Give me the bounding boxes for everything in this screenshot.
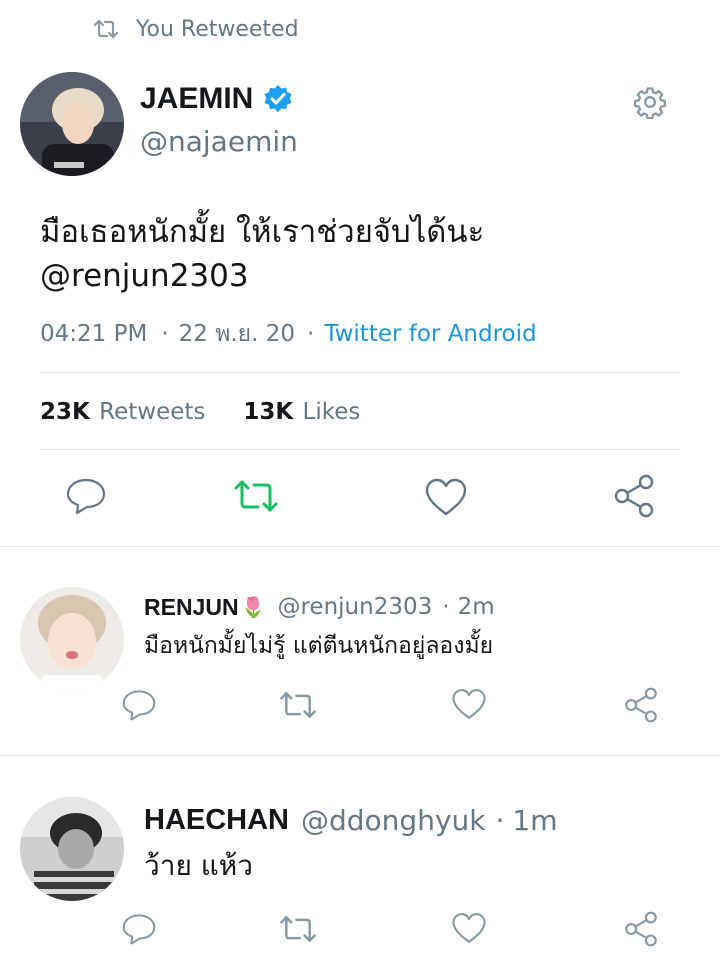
main-tweet-text-line2[interactable]: @renjun2303 <box>40 254 484 298</box>
tweet-date: 22 พ.ย. 20 <box>178 321 296 347</box>
reply-separator: · <box>442 594 450 620</box>
reply-handle[interactable]: @renjun2303 <box>277 594 432 620</box>
reply-text: มือหนักมั้ยไม่รู้ แต่ตีนหนักอยู่ลองมั้ย <box>144 633 494 659</box>
reply-time: 2m <box>457 594 495 620</box>
reply-handle[interactable]: @ddonghyuk <box>301 804 485 837</box>
share-button[interactable] <box>620 908 662 950</box>
reply-button[interactable] <box>118 910 160 948</box>
likes-stat[interactable]: 13K Likes <box>243 399 360 425</box>
reply-icon <box>121 688 157 722</box>
retweet-icon <box>278 688 318 722</box>
likes-label: Likes <box>302 399 361 425</box>
share-icon <box>623 910 659 948</box>
like-button[interactable] <box>448 908 490 948</box>
retweet-icon <box>232 476 280 516</box>
main-display-name-row: JAEMIN <box>140 80 293 118</box>
main-tweet-text-line1: มือเธอหนักมั้ย ให้เราช่วยจับได้นะ <box>40 214 485 250</box>
divider <box>40 449 680 450</box>
main-display-name[interactable]: JAEMIN <box>140 82 253 116</box>
reply-icon <box>65 476 107 516</box>
section-divider <box>0 546 720 547</box>
reply-button[interactable] <box>62 474 110 518</box>
main-handle[interactable]: @najaemin <box>140 125 298 158</box>
avatar-jaemin[interactable] <box>20 72 124 176</box>
avatar-renjun[interactable] <box>20 587 124 691</box>
reply-button[interactable] <box>118 686 160 724</box>
heart-icon <box>424 477 468 517</box>
reply-display-name[interactable]: HAECHAN <box>144 804 289 837</box>
meta-separator: · <box>307 321 315 347</box>
retweets-stat[interactable]: 23K Retweets <box>40 399 205 425</box>
reply-separator: · <box>495 803 505 837</box>
retweets-count: 23K <box>40 399 90 425</box>
tweet-source-link[interactable]: Twitter for Android <box>324 321 536 347</box>
like-button[interactable] <box>422 474 470 520</box>
reply-header-haechan: HAECHAN @ddonghyuk · 1m <box>144 801 557 839</box>
divider <box>40 372 680 373</box>
retweet-button[interactable] <box>276 910 320 948</box>
heart-icon <box>451 687 487 721</box>
tweet-time: 04:21 PM <box>40 321 148 347</box>
main-tweet-text: มือเธอหนักมั้ย ให้เราช่วยจับได้นะ @renju… <box>40 210 484 298</box>
reply-time: 1m <box>512 803 558 837</box>
reply-text: ว้าย แห้ว <box>144 849 253 882</box>
share-button[interactable] <box>620 684 662 726</box>
retweets-label: Retweets <box>99 399 206 425</box>
main-tweet-meta: 04:21 PM · 22 พ.ย. 20 · Twitter for Andr… <box>40 318 537 350</box>
avatar-haechan[interactable] <box>20 797 124 901</box>
verified-badge-icon <box>263 84 293 114</box>
reply-header-renjun: RENJUN 🌷 @renjun2303 · 2m <box>144 592 495 622</box>
like-button[interactable] <box>448 684 490 724</box>
meta-separator: · <box>161 321 169 347</box>
tweet-stats: 23K Retweets 13K Likes <box>40 396 360 428</box>
section-divider <box>0 755 720 756</box>
share-icon <box>612 473 656 519</box>
reply-display-name[interactable]: RENJUN <box>144 594 239 621</box>
heart-icon <box>451 911 487 945</box>
retweet-button[interactable] <box>230 474 282 518</box>
retweet-icon <box>92 17 122 41</box>
retweet-icon <box>278 912 318 946</box>
tulip-emoji: 🌷 <box>240 595 266 619</box>
settings-gear-icon[interactable] <box>628 80 672 124</box>
share-icon <box>623 686 659 724</box>
share-button[interactable] <box>610 472 658 520</box>
social-context-label: You Retweeted <box>136 16 299 42</box>
retweet-button[interactable] <box>276 686 320 724</box>
social-context: You Retweeted <box>92 14 299 44</box>
reply-icon <box>121 912 157 946</box>
likes-count: 13K <box>243 399 294 425</box>
